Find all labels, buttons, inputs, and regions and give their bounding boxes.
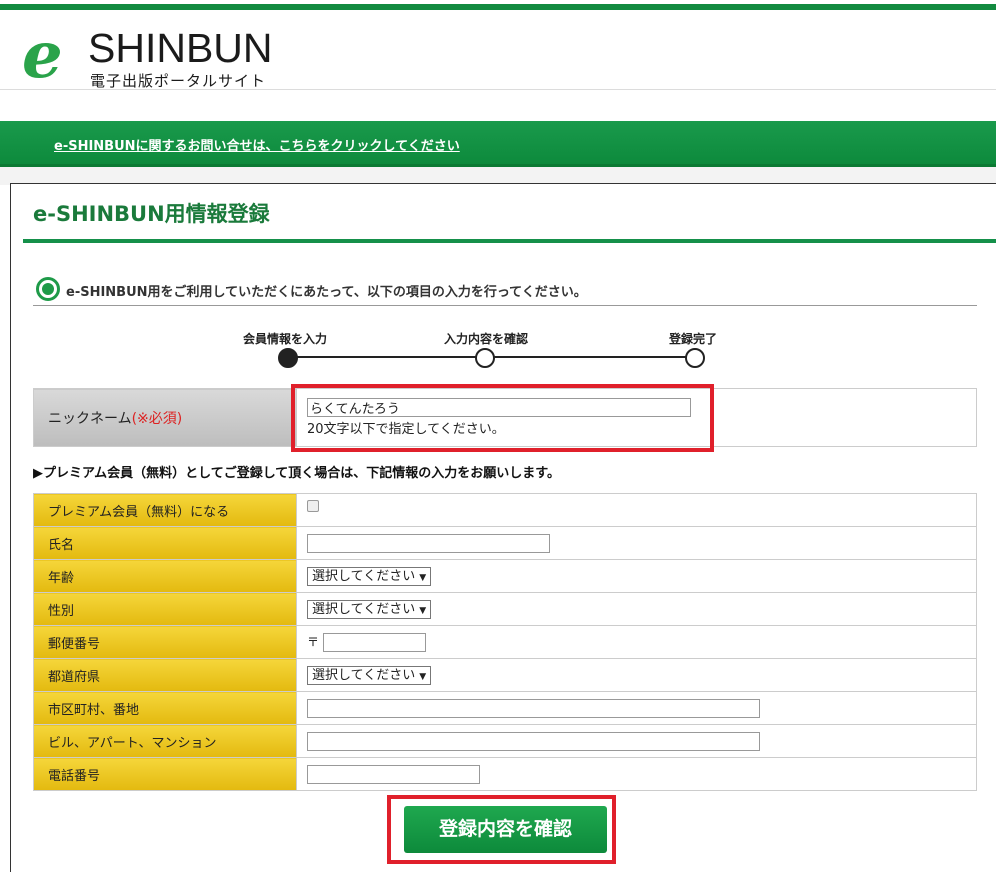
phone-input[interactable] (307, 764, 480, 784)
gender-label: 性別 (33, 592, 297, 626)
logo-e-mark: e (22, 18, 63, 93)
age-field-cell: 選択してください ▼ (296, 559, 977, 593)
registration-panel: e-SHINBUN用情報登録 e-SHINBUN用をご利用していただくにあたって… (10, 183, 996, 872)
dropdown-arrow-icon: ▼ (419, 605, 427, 616)
city-field-cell (296, 691, 977, 725)
e-shinbun-logo[interactable]: e SHINBUN 電子出版ポータルサイト (22, 24, 292, 94)
logo-wordmark: SHINBUN (88, 25, 273, 71)
age-select-value: 選択してください (312, 568, 416, 584)
name-field-cell (296, 526, 977, 560)
form-row-building: ビル、アパート、マンション (33, 724, 977, 758)
premium-field-cell (296, 493, 977, 527)
postal-mark-icon: 〒 (307, 634, 320, 649)
intro-section: e-SHINBUN用をご利用していただくにあたって、以下の項目の入力を行ってくだ… (33, 272, 977, 306)
form-row-city: 市区町村、番地 (33, 691, 977, 725)
form-row-zip: 郵便番号 〒 (33, 625, 977, 659)
prefecture-label: 都道府県 (33, 658, 297, 692)
prefecture-select[interactable]: 選択してください ▼ (307, 665, 432, 685)
city-input[interactable] (307, 698, 760, 718)
form-row-premium: プレミアム会員（無料）になる (33, 493, 977, 527)
step-dot-input (278, 348, 298, 368)
building-input[interactable] (307, 731, 760, 751)
age-select[interactable]: 選択してください ▼ (307, 566, 432, 586)
step-dot-confirm (475, 348, 495, 368)
step-label-confirm: 入力内容を確認 (444, 332, 529, 346)
step-dot-complete (685, 348, 705, 368)
step-label-input: 会員情報を入力 (243, 332, 328, 346)
zip-label: 郵便番号 (33, 625, 297, 659)
zip-field-cell: 〒 (296, 625, 977, 659)
highlight-box-nickname (291, 384, 714, 452)
step-label-complete: 登録完了 (669, 332, 718, 346)
phone-field-cell (296, 757, 977, 791)
required-marker: (※必須) (131, 410, 183, 427)
form-row-gender: 性別 選択してください ▼ (33, 592, 977, 626)
age-label: 年齢 (33, 559, 297, 593)
form-row-phone: 電話番号 (33, 757, 977, 791)
contact-banner: e-SHINBUNに関するお問い合せは、こちらをクリックしてください (0, 121, 996, 167)
city-label: 市区町村、番地 (33, 691, 297, 725)
form-row-age: 年齢 選択してください ▼ (33, 559, 977, 593)
dropdown-arrow-icon: ▼ (419, 572, 427, 583)
gender-field-cell: 選択してください ▼ (296, 592, 977, 626)
page-title: e-SHINBUN用情報登録 (33, 202, 270, 226)
progress-steps: 会員情報を入力 入力内容を確認 登録完了 (241, 326, 741, 376)
site-header: e SHINBUN 電子出版ポータルサイト (0, 10, 996, 90)
premium-note: ▶プレミアム会員（無料）としてご登録して頂く場合は、下記情報の入力をお願いします… (33, 466, 561, 481)
gender-select-value: 選択してください (312, 601, 416, 617)
nickname-label-cell: ニックネーム(※必須) (33, 388, 297, 447)
logo-subtitle: 電子出版ポータルサイト (90, 72, 267, 90)
gender-select[interactable]: 選択してください ▼ (307, 599, 432, 619)
title-underline (23, 239, 996, 243)
form-row-name: 氏名 (33, 526, 977, 560)
premium-form-table: プレミアム会員（無料）になる 氏名 年齢 選択してください ▼ 性別 選択してくだ… (33, 493, 977, 791)
premium-label: プレミアム会員（無料）になる (33, 493, 297, 527)
building-field-cell (296, 724, 977, 758)
radio-circle-icon (36, 277, 60, 301)
prefecture-field-cell: 選択してください ▼ (296, 658, 977, 692)
nickname-label: ニックネーム (48, 410, 132, 427)
form-row-prefecture: 都道府県 選択してください ▼ (33, 658, 977, 692)
premium-checkbox[interactable] (307, 500, 319, 512)
phone-label: 電話番号 (33, 757, 297, 791)
contact-link[interactable]: e-SHINBUNに関するお問い合せは、こちらをクリックしてください (54, 135, 460, 154)
intro-text: e-SHINBUN用をご利用していただくにあたって、以下の項目の入力を行ってくだ… (66, 285, 587, 300)
name-input[interactable] (307, 533, 550, 553)
zip-input[interactable] (323, 632, 427, 652)
name-label: 氏名 (33, 526, 297, 560)
highlight-box-confirm (387, 795, 616, 864)
prefecture-select-value: 選択してください (312, 667, 416, 683)
dropdown-arrow-icon: ▼ (419, 671, 427, 682)
building-label: ビル、アパート、マンション (33, 724, 297, 758)
